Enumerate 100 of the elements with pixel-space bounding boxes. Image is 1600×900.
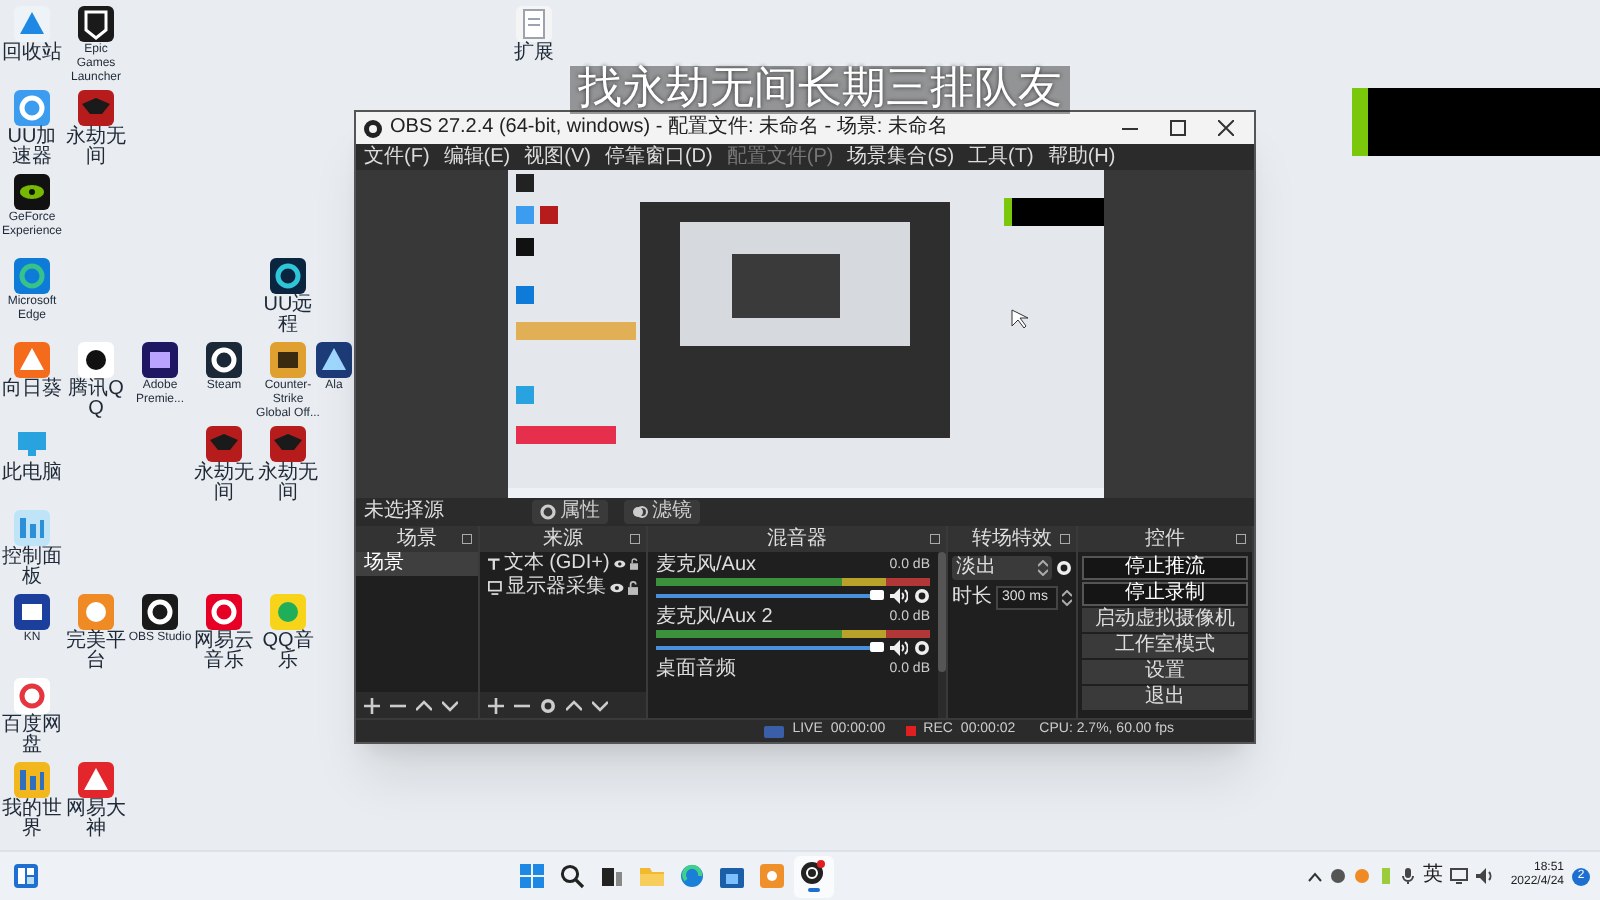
channel-name: 麦克风/Aux 2 bbox=[656, 606, 773, 630]
icon-label: QQ音乐 bbox=[260, 632, 316, 672]
app-icon[interactable] bbox=[206, 426, 242, 462]
add-icon[interactable] bbox=[364, 697, 380, 713]
control-button[interactable]: 工作室模式 bbox=[1082, 634, 1248, 658]
menu-item[interactable]: 编辑(E) bbox=[443, 145, 511, 169]
move-up-icon[interactable] bbox=[566, 697, 582, 713]
properties-button[interactable]: 属性 bbox=[532, 500, 608, 524]
network-icon[interactable] bbox=[1450, 868, 1469, 884]
icon-label: 腾讯QQ bbox=[66, 380, 126, 420]
selection-label: 未选择源 bbox=[364, 500, 446, 524]
volume-icon[interactable] bbox=[1476, 868, 1495, 884]
menu-item[interactable]: 工具(T) bbox=[968, 145, 1034, 169]
app-icon[interactable] bbox=[14, 174, 50, 210]
channel-name: 桌面音频 bbox=[656, 658, 736, 682]
store-icon bbox=[720, 863, 747, 889]
dock-title: 场景 bbox=[397, 527, 437, 551]
updown-icon bbox=[1038, 560, 1048, 576]
menu-item[interactable]: 帮助(H) bbox=[1047, 145, 1116, 169]
gear-icon[interactable] bbox=[540, 697, 556, 713]
menu-item[interactable]: 场景集合(S) bbox=[847, 145, 955, 169]
duration-label: 时长 bbox=[952, 586, 992, 610]
float-icon[interactable] bbox=[1060, 534, 1070, 544]
app-icon[interactable] bbox=[206, 342, 242, 378]
search-icon bbox=[560, 863, 587, 889]
chevron-up-icon[interactable] bbox=[1308, 871, 1323, 881]
widgets-icon[interactable] bbox=[14, 864, 38, 888]
app-icon[interactable] bbox=[270, 258, 306, 294]
scrollbar-thumb[interactable] bbox=[938, 552, 946, 672]
input-method[interactable]: 英 bbox=[1422, 864, 1443, 888]
icon-label: UU远程 bbox=[261, 296, 315, 336]
icon-label: 控制面板 bbox=[0, 548, 64, 588]
speaker-icon[interactable] bbox=[890, 639, 908, 655]
lock-icon[interactable] bbox=[629, 556, 638, 572]
folder-icon bbox=[640, 863, 667, 889]
icon-label: 永劫无间 bbox=[192, 464, 256, 504]
menu-item[interactable]: 视图(V) bbox=[524, 145, 591, 169]
spinner-icon[interactable] bbox=[1062, 590, 1072, 606]
dock-title: 控件 bbox=[1145, 527, 1185, 551]
recording-app-icon bbox=[800, 860, 827, 886]
icon-label: 向日葵 bbox=[0, 380, 64, 400]
icon-label: 百度网盘 bbox=[0, 716, 64, 756]
move-down-icon[interactable] bbox=[442, 697, 458, 713]
float-icon[interactable] bbox=[462, 534, 472, 544]
control-button[interactable]: 设置 bbox=[1082, 660, 1248, 684]
taskbar-button[interactable] bbox=[793, 855, 834, 897]
float-icon[interactable] bbox=[1236, 534, 1246, 544]
app-icon[interactable] bbox=[78, 6, 114, 42]
source-item[interactable]: 文本 (GDI+) bbox=[503, 552, 610, 576]
app-icon[interactable] bbox=[142, 594, 178, 630]
lock-icon[interactable] bbox=[627, 580, 638, 596]
visibility-icon[interactable] bbox=[613, 556, 626, 572]
app-icon bbox=[760, 863, 787, 889]
active-indicator bbox=[807, 888, 820, 892]
control-button[interactable]: 停止录制 bbox=[1082, 582, 1248, 606]
control-button[interactable]: 启动虚拟摄像机 bbox=[1082, 608, 1248, 632]
monitor-icon bbox=[488, 580, 502, 596]
float-icon[interactable] bbox=[930, 534, 940, 544]
app-icon[interactable] bbox=[14, 594, 50, 630]
microphone-icon[interactable] bbox=[1402, 868, 1415, 884]
menu-item[interactable]: 停靠窗口(D) bbox=[604, 145, 713, 169]
app-icon[interactable] bbox=[142, 342, 178, 378]
maximize-icon[interactable] bbox=[1170, 120, 1186, 136]
icon-label: 网易云音乐 bbox=[192, 632, 256, 672]
browser-icon bbox=[680, 863, 707, 889]
icon-label: 我的世界 bbox=[0, 800, 64, 840]
icon-label: 永劫无间 bbox=[256, 464, 320, 504]
source-item[interactable]: 显示器采集 bbox=[505, 576, 606, 600]
menu-item: 配置文件(P) bbox=[726, 145, 834, 169]
visibility-icon[interactable] bbox=[609, 580, 624, 596]
scene-item[interactable]: 场景 bbox=[356, 552, 478, 576]
icon-label: 网易大神 bbox=[64, 800, 128, 840]
transition-select[interactable]: 淡出 bbox=[952, 556, 1052, 580]
app-icon[interactable] bbox=[316, 342, 352, 378]
app-icon[interactable] bbox=[78, 342, 114, 378]
icon-label: 完美平台 bbox=[64, 632, 128, 672]
dock-title: 混音器 bbox=[767, 527, 827, 551]
gear-icon bbox=[540, 504, 556, 520]
close-icon[interactable] bbox=[1218, 120, 1234, 136]
app-icon[interactable] bbox=[270, 342, 306, 378]
filters-button[interactable]: 滤镜 bbox=[624, 500, 700, 524]
control-button[interactable]: 退出 bbox=[1082, 686, 1248, 710]
app-icon[interactable] bbox=[78, 90, 114, 126]
text-icon bbox=[488, 556, 500, 572]
app-logo-icon bbox=[364, 119, 382, 137]
speaker-icon[interactable] bbox=[890, 587, 908, 603]
add-icon[interactable] bbox=[488, 697, 504, 713]
live-icon bbox=[764, 725, 785, 737]
dock-title: 来源 bbox=[543, 527, 583, 551]
menu-item[interactable]: 文件(F) bbox=[364, 145, 430, 169]
app-icon[interactable] bbox=[270, 426, 306, 462]
icon-label: 回收站 bbox=[0, 44, 64, 64]
task-view-icon bbox=[600, 863, 627, 889]
overlay-caption: 找永劫无间长期三排队友 bbox=[570, 66, 1070, 114]
dock-title: 转场特效 bbox=[972, 527, 1052, 551]
window-title: OBS 27.2.4 (64-bit, windows) - 配置文件: 未命名 - 场景: 未命名 bbox=[390, 116, 948, 140]
float-icon[interactable] bbox=[630, 534, 640, 544]
control-button[interactable]: 停止推流 bbox=[1082, 556, 1248, 580]
move-down-icon[interactable] bbox=[592, 697, 608, 713]
move-up-icon[interactable] bbox=[416, 697, 432, 713]
